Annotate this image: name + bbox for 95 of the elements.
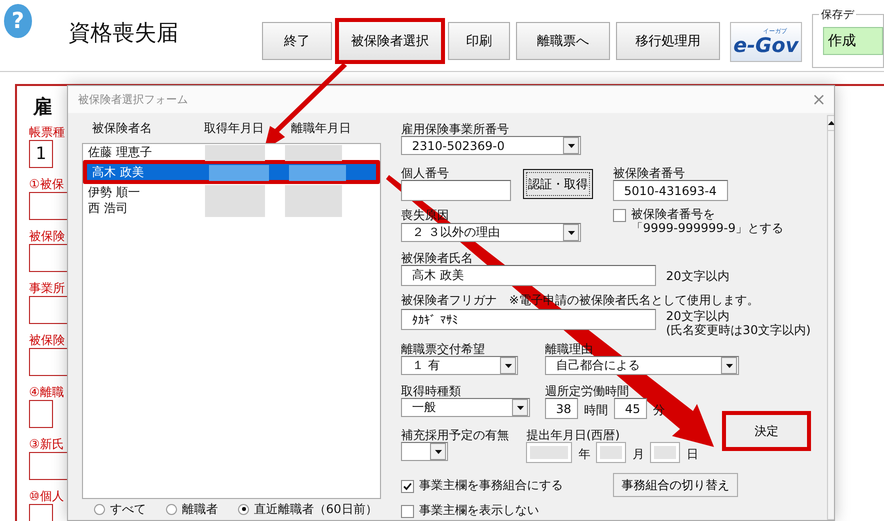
checkbox-label: 事業主欄を表示しない: [419, 503, 539, 517]
toolbar-button[interactable]: 離職票へ: [516, 22, 610, 60]
field-label: 補充採用予定の有無: [401, 427, 510, 442]
toolbar-button[interactable]: 終了: [262, 22, 332, 60]
field-label: 事業所: [29, 280, 65, 296]
form-title: 資格喪失届: [68, 20, 180, 48]
input-field[interactable]: 高木 政美: [401, 265, 656, 286]
checkbox-label: 「9999-999999-9」とする: [631, 221, 784, 235]
checkbox[interactable]: [401, 505, 414, 518]
limit-note: 20文字以内: [666, 309, 730, 323]
column-header: 離職年月日: [291, 120, 352, 136]
scrollbar[interactable]: [827, 115, 834, 520]
blurred-date: [205, 200, 265, 216]
dropdown[interactable]: 一般: [401, 398, 530, 417]
person-name: 佐藤 理恵子: [88, 144, 153, 161]
toolbar-button[interactable]: 移行処理用: [616, 22, 720, 60]
caret-icon: [434, 450, 442, 454]
field-label: 個人番号: [401, 165, 450, 180]
input-field[interactable]: [401, 180, 511, 201]
radio-label: すべて: [110, 502, 146, 516]
field-label: 離職票交付希望: [401, 341, 486, 356]
limit-note: (氏名変更時は30文字以内): [666, 323, 811, 337]
column-header: 被保険者名: [92, 120, 153, 136]
field-label: 被保険者氏名: [401, 250, 474, 265]
blurred-date: [285, 144, 342, 160]
field-label: 提出年月日(西暦): [526, 427, 621, 442]
list-row[interactable]: 高木 政美: [83, 160, 380, 184]
input-field[interactable]: [650, 442, 680, 463]
confirm-button[interactable]: 決定: [722, 411, 811, 451]
dropdown[interactable]: [401, 442, 448, 461]
field-label: 週所定労働時間: [545, 383, 630, 398]
field-label: 帳票種: [29, 124, 65, 140]
input-field[interactable]: [596, 442, 626, 463]
input-field[interactable]: ﾀｶｷﾞ ﾏｻﾐ: [401, 309, 656, 330]
list-row[interactable]: 佐藤 理恵子: [83, 144, 380, 160]
switch-button[interactable]: 事務組合の切り替え: [613, 473, 738, 497]
list-row[interactable]: 西 浩司: [83, 200, 380, 216]
caret-icon: [568, 144, 574, 148]
radio-button[interactable]: [238, 504, 249, 514]
caret-icon: [504, 364, 512, 368]
input-field[interactable]: [29, 400, 53, 428]
person-name: 伊勢 順一: [88, 184, 141, 201]
radio-label: 直近離職者（60日前）: [254, 502, 378, 516]
checkbox-label: 被保険者番号を: [631, 207, 716, 221]
field-label: 被保険: [29, 228, 65, 244]
checkbox[interactable]: [401, 480, 414, 492]
blurred-date: [205, 144, 265, 160]
input-field[interactable]: [526, 442, 572, 463]
radio-button[interactable]: [166, 504, 177, 514]
group-label: 保存デ: [819, 7, 856, 22]
list-row[interactable]: 伊勢 順一: [83, 184, 380, 200]
person-name: 西 浩司: [88, 200, 129, 217]
field-label: 被保険者フリガナ: [401, 292, 497, 307]
caret-icon: [726, 364, 732, 368]
field-label: ③新氏: [29, 436, 64, 452]
input-field[interactable]: 38: [545, 398, 578, 419]
field-label: ⑩個人: [29, 488, 64, 504]
limit-note: 20文字以内: [666, 269, 730, 283]
input-field[interactable]: 5010-431693-4: [613, 180, 728, 201]
dropdown[interactable]: 自己都合による: [545, 356, 739, 375]
blurred-date: [209, 164, 269, 180]
field-label: 雇用保険事業所番号: [401, 121, 510, 136]
radio-button[interactable]: [94, 504, 105, 514]
dialog-title: 被保険者選択フォーム: [78, 92, 188, 107]
dropdown[interactable]: ２ ３以外の理由: [401, 223, 581, 242]
column-header: 取得年月日: [204, 120, 265, 136]
field-label: ④離職: [29, 384, 64, 400]
blurred-date: [289, 164, 346, 180]
scroll-up-icon: [828, 121, 834, 125]
blurred-date: [205, 184, 265, 200]
field-label: 被保険: [29, 332, 65, 348]
caret-icon: [568, 230, 574, 234]
toolbar-button[interactable]: 被保険者選択: [334, 18, 445, 64]
radio-label: 離職者: [182, 502, 218, 516]
unit-label: 時間: [584, 402, 608, 419]
checkbox[interactable]: [613, 209, 626, 222]
create-button[interactable]: 作成: [823, 27, 883, 55]
field-label: ①被保: [29, 176, 64, 192]
dropdown[interactable]: 2310-502369-0: [401, 136, 581, 155]
field-label: 被保険者番号: [613, 165, 686, 180]
input-field[interactable]: 45: [614, 398, 647, 419]
unit-label: 月: [632, 446, 644, 463]
unit-label: 日: [686, 446, 698, 463]
unit-label: 年: [578, 446, 590, 463]
blurred-date: [285, 200, 342, 216]
verify-button[interactable]: 認証・取得: [523, 169, 593, 199]
toolbar-button[interactable]: 印刷: [448, 22, 510, 60]
caret-icon: [516, 406, 524, 410]
dropdown[interactable]: １ 有: [401, 356, 518, 375]
person-name: 高木 政美: [92, 164, 145, 181]
blurred-date: [285, 184, 342, 200]
code-cell: 1: [29, 140, 53, 168]
checkbox-label: 事業主欄を事務組合にする: [419, 478, 563, 492]
form-heading: 雇: [33, 95, 52, 120]
field-label: 取得時種類: [401, 383, 462, 398]
